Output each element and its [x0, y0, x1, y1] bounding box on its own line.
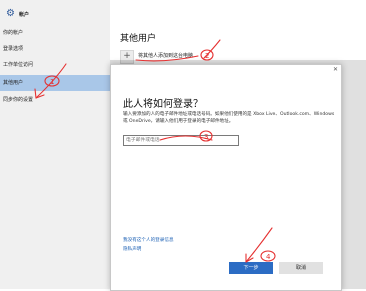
- annotation-mark-3: 3: [204, 133, 208, 141]
- annotation-mark-1: 1: [50, 78, 54, 86]
- annotation-mark-4: 4: [266, 253, 271, 261]
- annotation-overlay: 1 2 3 4: [34, 39, 276, 263]
- annotation-mark-2: 2: [205, 52, 209, 60]
- annotation-scribble-2: [135, 55, 199, 62]
- annotation-arrowhead-1: [34, 88, 45, 99]
